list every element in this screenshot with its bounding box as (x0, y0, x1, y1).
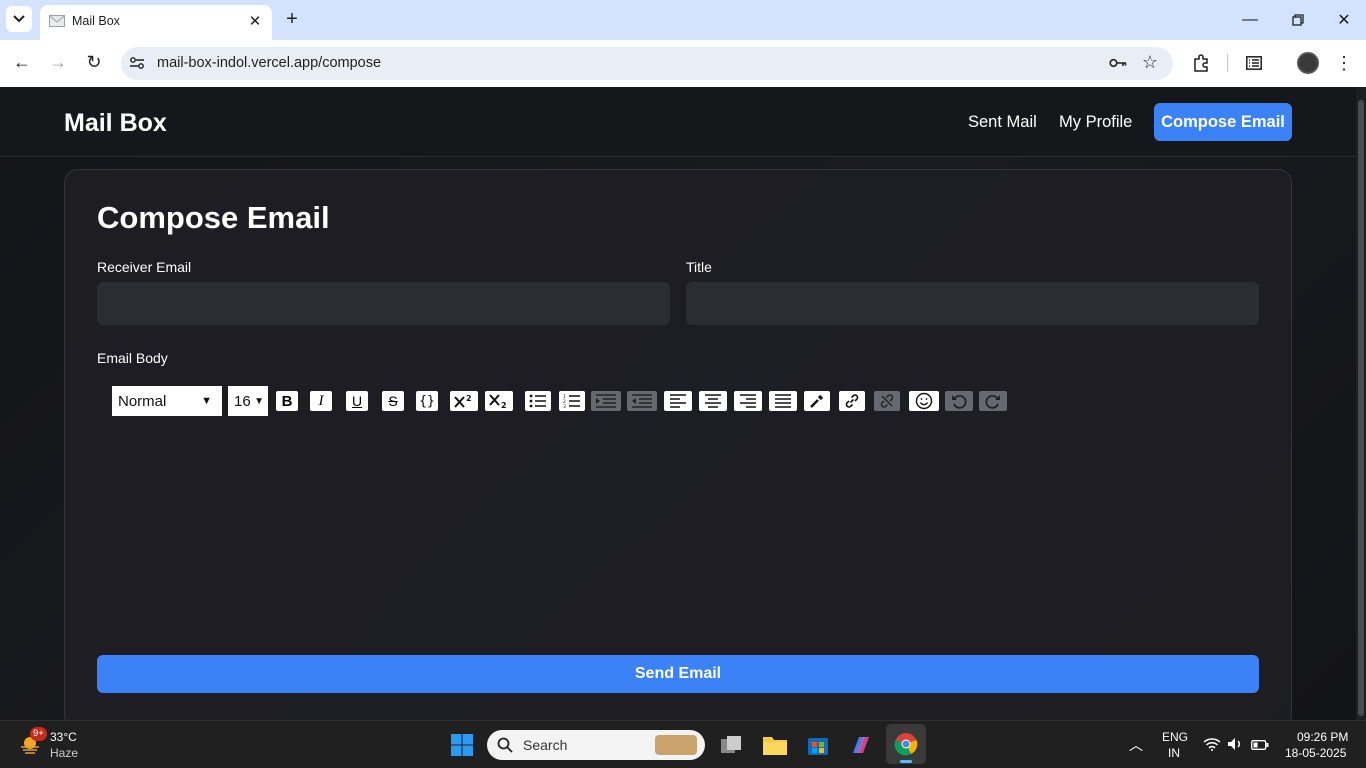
app-navbar: Mail Box Sent Mail My Profile Compose Em… (0, 87, 1356, 157)
new-tab-icon[interactable]: + (282, 8, 302, 30)
weather-badge: 9+ (30, 727, 47, 741)
title-input[interactable] (686, 282, 1259, 325)
browser-menu-icon[interactable]: ⋮ (1334, 52, 1354, 74)
svg-text:3: 3 (563, 404, 566, 408)
profile-avatar[interactable] (1297, 52, 1319, 74)
weather-temp[interactable]: 33°C (50, 730, 77, 744)
clock-time[interactable]: 09:26 PM (1297, 730, 1348, 744)
taskbar: 9+ 33°C Haze Search ︿ ENG IN 09:26 PM 18… (0, 720, 1366, 768)
undo-icon[interactable] (945, 391, 973, 411)
taskbar-search[interactable]: Search (487, 730, 705, 760)
windows-start-icon[interactable] (450, 733, 474, 757)
compose-card: Compose Email Receiver Email Title Email… (64, 169, 1292, 720)
strikethrough-icon[interactable]: S (382, 391, 404, 411)
italic-icon[interactable]: I (310, 391, 332, 411)
nav-my-profile[interactable]: My Profile (1059, 113, 1132, 132)
toolbar-divider (1227, 54, 1228, 72)
show-hidden-icons[interactable]: ︿ (1129, 735, 1143, 755)
receiver-email-label: Receiver Email (97, 259, 192, 275)
battery-icon[interactable] (1251, 738, 1269, 750)
indent-icon[interactable] (591, 391, 621, 411)
microsoft-store-icon[interactable] (806, 733, 830, 757)
email-body-label: Email Body (97, 350, 168, 366)
color-picker-icon[interactable] (804, 391, 830, 411)
nav-sent-mail[interactable]: Sent Mail (968, 113, 1037, 132)
title-label: Title (686, 259, 712, 275)
dropdown-caret-icon: ▼ (201, 395, 212, 407)
tab-strip: Mail Box ✕ + — ✕ (0, 0, 1366, 40)
reload-icon[interactable]: ↻ (82, 50, 106, 74)
nav-compose-button[interactable]: Compose Email (1154, 103, 1292, 141)
back-icon[interactable]: ← (10, 50, 34, 74)
align-left-icon[interactable] (664, 391, 692, 411)
close-window-icon[interactable]: ✕ (1332, 8, 1356, 32)
wifi-icon[interactable] (1203, 737, 1221, 751)
code-block-icon[interactable]: {} (416, 391, 438, 411)
page-title: Compose Email (97, 200, 330, 235)
receiver-email-input[interactable] (97, 282, 670, 325)
bookmark-star-icon[interactable]: ☆ (1140, 52, 1160, 72)
dropdown-caret-icon: ▼ (254, 395, 264, 407)
tab-search-button[interactable] (6, 6, 32, 32)
forward-icon[interactable]: → (46, 50, 70, 74)
search-icon (497, 737, 513, 753)
underline-icon[interactable]: U (346, 391, 368, 411)
password-key-icon[interactable] (1108, 54, 1128, 72)
subscript-icon[interactable]: 2 (485, 391, 513, 411)
url-text: mail-box-indol.vercel.app/compose (157, 55, 382, 71)
block-type-dropdown[interactable]: Normal ▼ (112, 386, 222, 416)
align-justify-icon[interactable] (769, 391, 797, 411)
link-icon[interactable] (839, 391, 865, 411)
unordered-list-icon[interactable] (525, 391, 551, 411)
task-view-icon[interactable] (719, 733, 743, 757)
chrome-taskbar-button[interactable] (886, 724, 926, 764)
tab-close-icon[interactable]: ✕ (246, 12, 264, 30)
unlink-icon[interactable] (874, 391, 900, 411)
align-center-icon[interactable] (699, 391, 727, 411)
active-indicator (900, 760, 912, 763)
volume-icon[interactable] (1227, 737, 1243, 751)
bold-icon[interactable]: B (276, 391, 298, 411)
region-indicator[interactable]: IN (1168, 746, 1180, 760)
copilot-icon[interactable] (849, 733, 873, 757)
site-info-icon[interactable] (128, 54, 146, 72)
font-size-value: 16 (234, 392, 251, 410)
chrome-icon (894, 733, 918, 756)
svg-text:2: 2 (466, 394, 472, 403)
restore-icon[interactable] (1286, 8, 1310, 32)
superscript-icon[interactable]: 2 (450, 391, 478, 411)
page-viewport: Mail Box Sent Mail My Profile Compose Em… (0, 87, 1356, 720)
weather-desc[interactable]: Haze (50, 746, 78, 760)
language-indicator[interactable]: ENG (1162, 730, 1188, 744)
mail-favicon-icon (49, 15, 65, 27)
clock-date[interactable]: 18-05-2025 (1285, 746, 1346, 760)
search-placeholder: Search (523, 737, 568, 753)
tab-title: Mail Box (72, 14, 120, 28)
align-right-icon[interactable] (734, 391, 762, 411)
ordered-list-icon[interactable]: 123 (559, 391, 585, 411)
outdent-icon[interactable] (627, 391, 657, 411)
svg-text:2: 2 (501, 401, 507, 409)
minimize-icon[interactable]: — (1238, 8, 1262, 32)
redo-icon[interactable] (979, 391, 1007, 411)
block-type-value: Normal (118, 392, 167, 410)
file-explorer-icon[interactable] (762, 733, 788, 757)
email-body-editor[interactable] (97, 430, 1259, 635)
reading-list-icon[interactable] (1243, 52, 1265, 74)
font-size-dropdown[interactable]: 16 ▼ (228, 386, 268, 416)
browser-tab[interactable]: Mail Box ✕ (40, 5, 272, 40)
extensions-icon[interactable] (1190, 52, 1212, 74)
chevron-down-icon (13, 15, 25, 23)
brand-logo[interactable]: Mail Box (64, 109, 167, 138)
scrollbar-thumb[interactable] (1358, 100, 1364, 716)
search-highlight-image (655, 735, 697, 755)
send-email-button[interactable]: Send Email (97, 655, 1259, 693)
emoji-icon[interactable] (909, 391, 939, 411)
